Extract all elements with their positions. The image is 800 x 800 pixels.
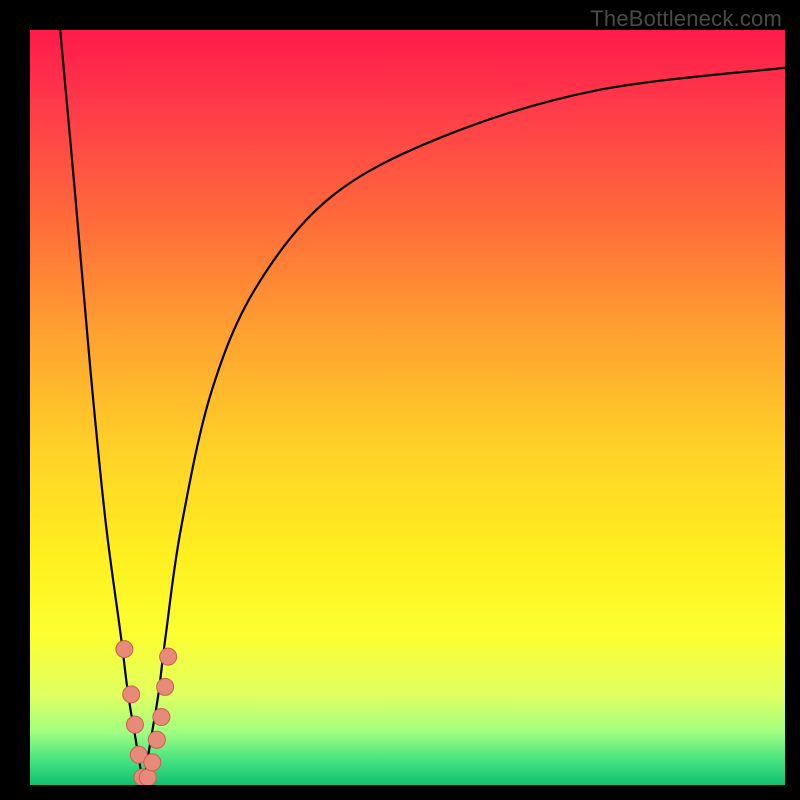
- chart-svg: [30, 30, 785, 785]
- data-point: [157, 678, 174, 695]
- curve-right-branch: [143, 68, 785, 785]
- data-point: [153, 709, 170, 726]
- data-point: [144, 754, 161, 771]
- data-point: [126, 716, 143, 733]
- curve-left-branch: [60, 30, 143, 785]
- data-point: [130, 746, 147, 763]
- data-point: [134, 769, 151, 785]
- data-point: [148, 731, 165, 748]
- data-point: [116, 641, 133, 658]
- data-point: [160, 648, 177, 665]
- data-point: [123, 686, 140, 703]
- data-point: [139, 769, 156, 785]
- plot-area: [30, 30, 785, 785]
- watermark-text: TheBottleneck.com: [590, 6, 782, 32]
